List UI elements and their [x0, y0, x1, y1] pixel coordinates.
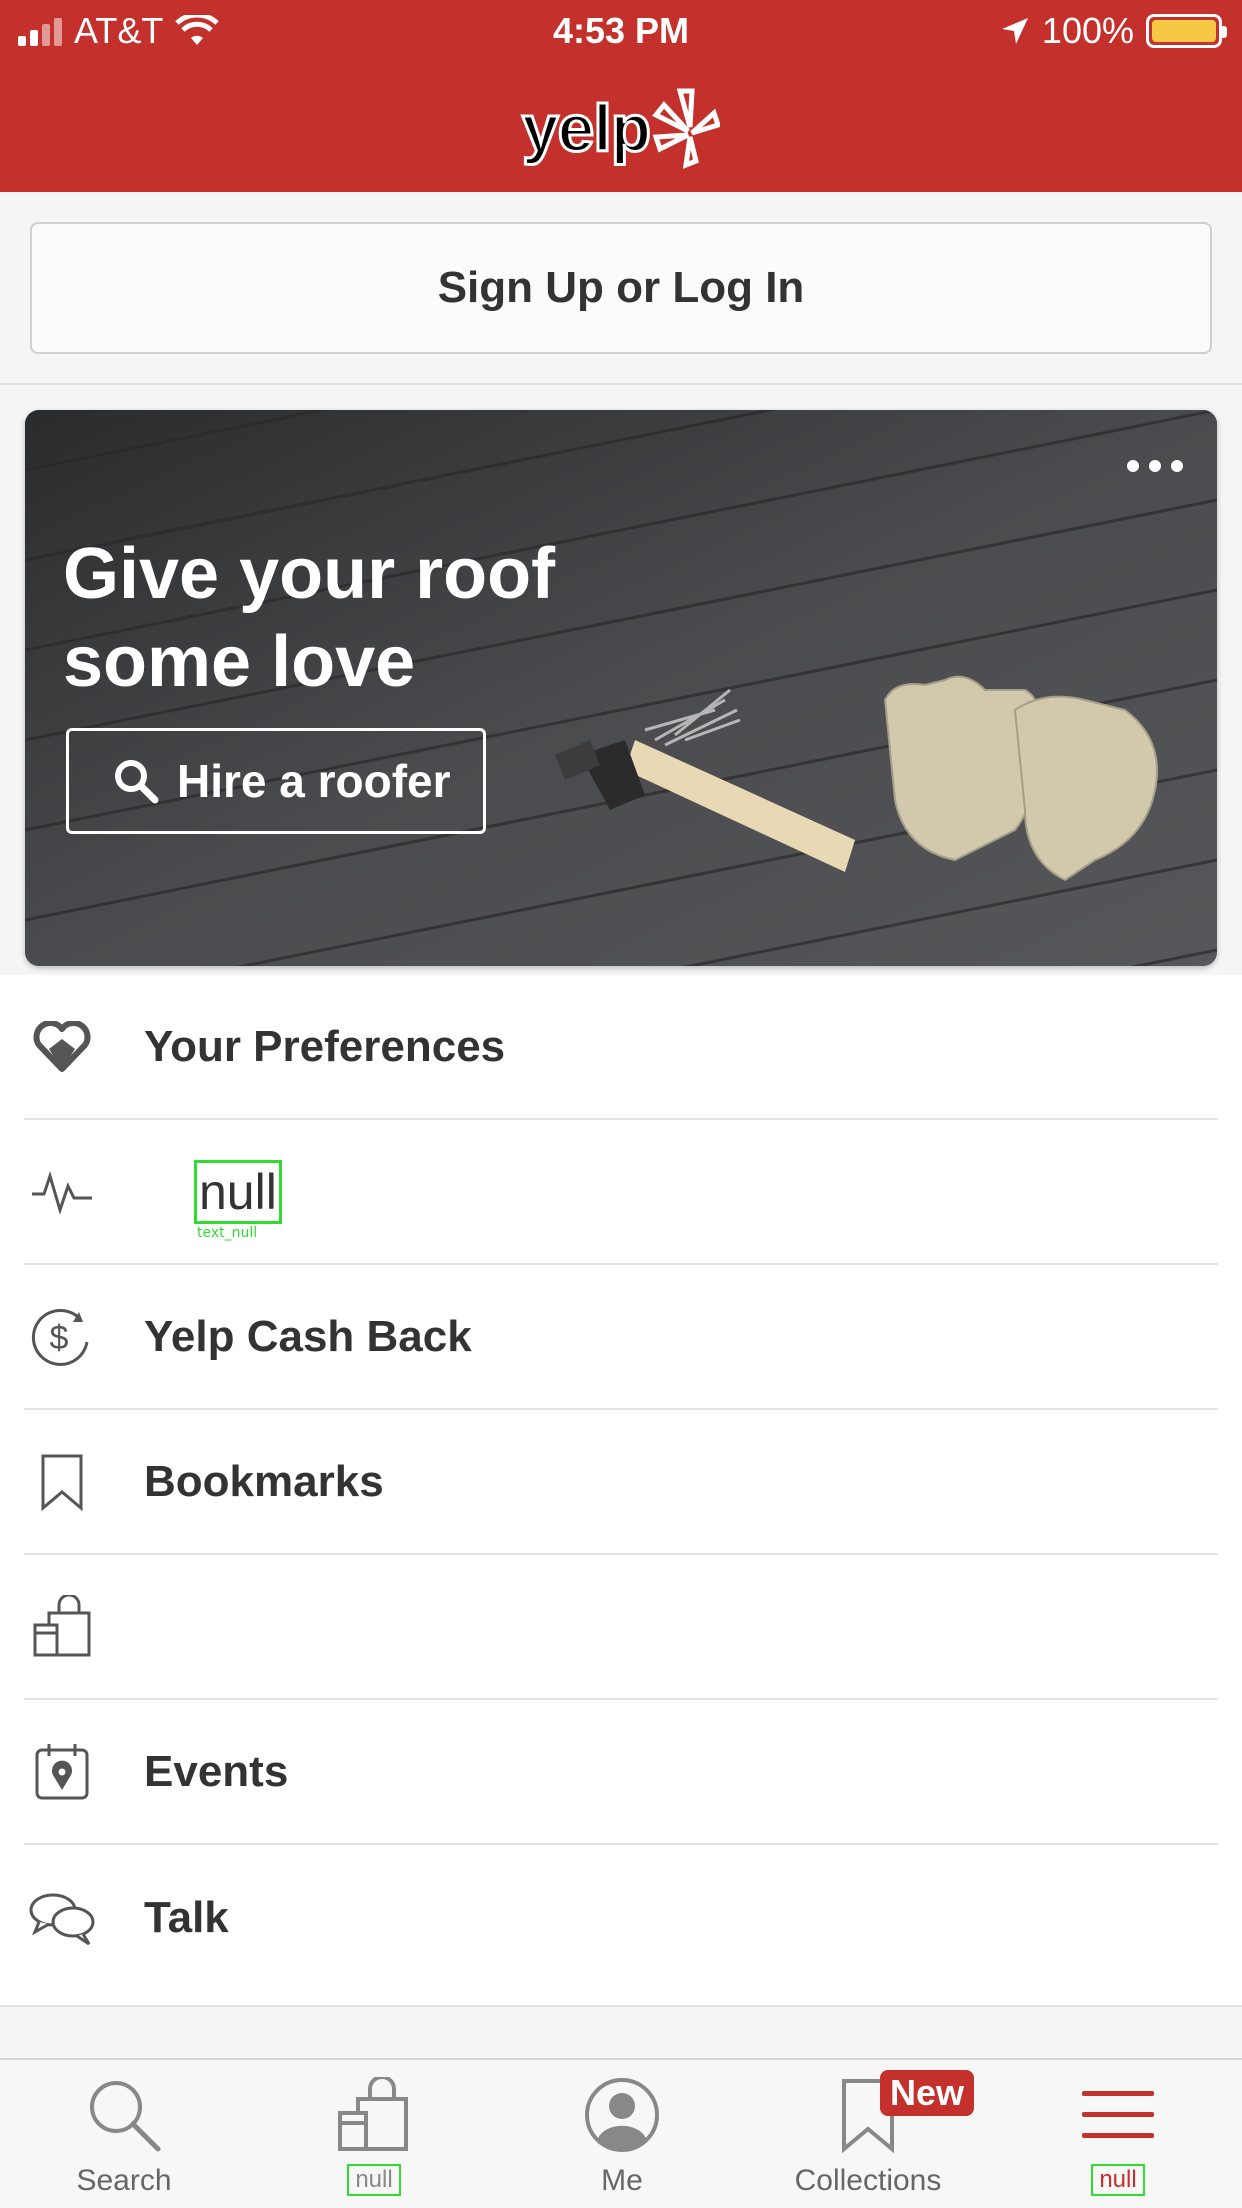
shopping-bag-icon	[336, 2070, 412, 2160]
more-menu-list: Your Preferences null text_null $ Yelp Ca…	[0, 975, 1242, 2005]
battery-fill	[1152, 20, 1216, 42]
chat-bubbles-icon	[14, 1890, 110, 1946]
search-icon	[84, 2070, 164, 2160]
profile-icon	[583, 2070, 661, 2160]
debug-tag: text_null	[197, 1224, 258, 1241]
hire-roofer-label: Hire a roofer	[177, 755, 451, 807]
battery-icon	[1146, 14, 1227, 48]
menu-label: Bookmarks	[144, 1456, 384, 1506]
tab-collections[interactable]: New Collections	[768, 2060, 975, 2208]
tab-search[interactable]: Search	[24, 2060, 224, 2208]
bottom-tab-bar: Search null Me New Collections null	[0, 2058, 1242, 2208]
hamburger-menu-icon	[1080, 2070, 1156, 2160]
banner-title: Give your roof some love	[63, 534, 556, 702]
heart-icon	[14, 1020, 110, 1073]
activity-icon	[14, 1170, 110, 1214]
tab-label: Me	[601, 2164, 643, 2197]
menu-item-preferences[interactable]: Your Preferences	[24, 975, 1218, 1120]
battery-percent: 100%	[1041, 10, 1134, 51]
menu-label: Events	[144, 1746, 289, 1796]
status-right: 100%	[1000, 10, 1227, 52]
tab-me[interactable]: Me	[522, 2060, 722, 2208]
banner-more-button[interactable]	[1127, 460, 1183, 472]
tab-label: Collections	[794, 2164, 942, 2197]
hire-roofer-button[interactable]: Hire a roofer	[66, 728, 486, 834]
cash-back-icon: $	[14, 1306, 110, 1368]
status-bar: AT&T 4:53 PM 100%	[0, 0, 1242, 62]
tab-shopping[interactable]: null	[274, 2060, 474, 2208]
location-arrow-icon	[1001, 18, 1028, 44]
menu-label: null text_null	[194, 1159, 282, 1241]
app-header: AT&T 4:53 PM 100% yelp	[0, 0, 1242, 192]
shopping-bag-icon	[14, 1594, 110, 1659]
promo-banner[interactable]: Give your roof some love Hire a roofer	[25, 410, 1217, 966]
menu-label: Talk	[144, 1892, 229, 1942]
signup-login-button[interactable]: Sign Up or Log In	[30, 222, 1212, 354]
calendar-pin-icon	[14, 1742, 110, 1802]
menu-item-events[interactable]: Events	[24, 1700, 1218, 1845]
menu-item-cash-back[interactable]: $ Yelp Cash Back	[24, 1265, 1218, 1410]
menu-item-activity[interactable]: null text_null	[24, 1120, 1218, 1265]
menu-item-shopping[interactable]	[24, 1555, 1218, 1700]
menu-item-bookmarks[interactable]: Bookmarks	[24, 1410, 1218, 1555]
menu-label: Your Preferences	[144, 1021, 506, 1071]
signup-section: Sign Up or Log In	[0, 192, 1242, 385]
yelp-logo: yelp	[0, 80, 1242, 176]
logo-wordmark: yelp	[520, 90, 652, 167]
bookmark-icon	[14, 1452, 110, 1512]
search-icon	[115, 760, 159, 804]
new-badge: New	[880, 2070, 975, 2116]
tab-label: null	[1091, 2164, 1145, 2196]
tab-label: null	[347, 2164, 401, 2196]
svg-text:$: $	[50, 1319, 69, 1357]
more-dots-icon	[1127, 460, 1139, 472]
menu-item-talk[interactable]: Talk	[24, 1845, 1218, 1990]
yelp-burst-icon	[652, 88, 721, 169]
tab-label: Search	[76, 2164, 172, 2197]
tab-more[interactable]: null	[1018, 2060, 1218, 2208]
list-spacer	[0, 2005, 1242, 2060]
menu-label: Yelp Cash Back	[144, 1311, 472, 1361]
